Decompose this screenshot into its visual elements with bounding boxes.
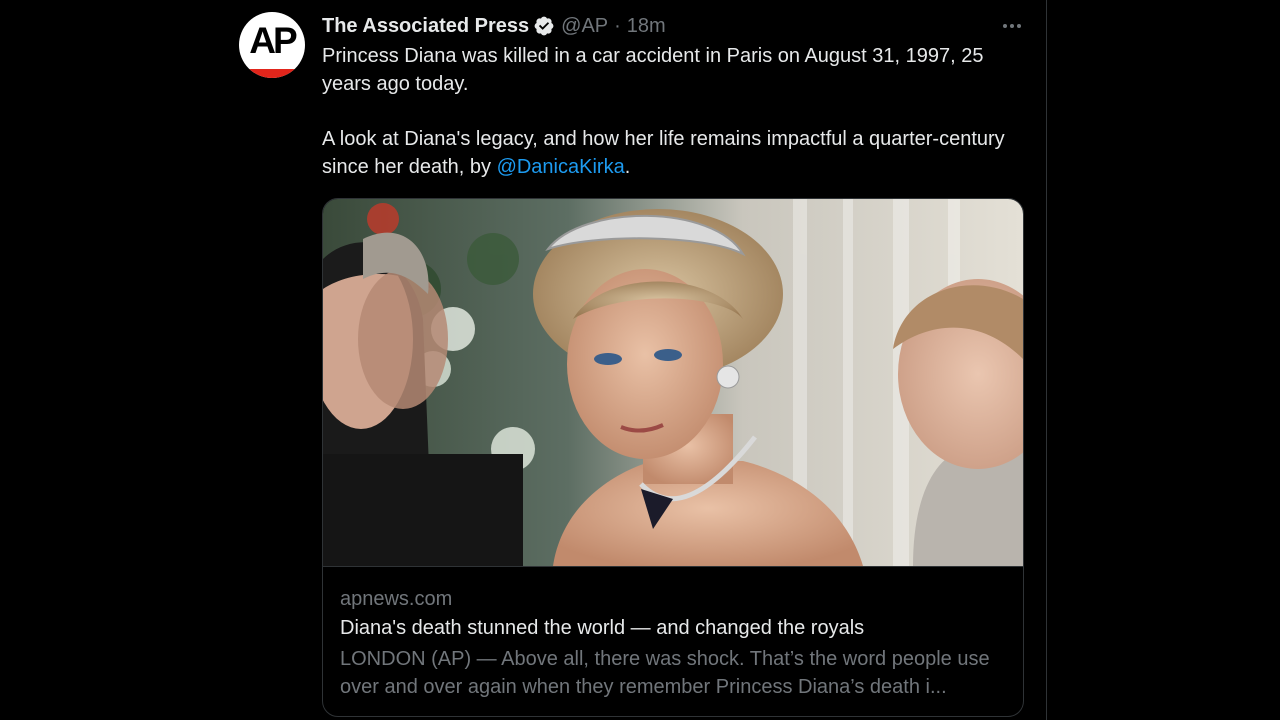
card-title[interactable]: Diana's death stunned the world — and ch… [340, 613, 1010, 643]
mention-link[interactable]: @DanicaKirka [497, 156, 625, 178]
timestamp[interactable]: 18m [627, 15, 666, 38]
timeline-column-border [1046, 0, 1047, 720]
tweet-paragraph-2-end: . [624, 156, 631, 178]
more-options-icon[interactable] [998, 14, 1026, 38]
card-meta: apnews.com Diana's death stunned the wor… [340, 585, 1010, 701]
display-name[interactable]: The Associated Press [322, 15, 529, 38]
tweet[interactable]: AP The Associated Press @AP · 18m Prince… [238, 0, 1028, 720]
article-photo[interactable] [323, 199, 1023, 567]
more-dot [1017, 24, 1021, 28]
tweet-text: Princess Diana was killed in a car accid… [322, 42, 1022, 181]
link-card[interactable]: apnews.com Diana's death stunned the wor… [322, 198, 1024, 717]
ap-logo-red-bar [239, 69, 305, 78]
more-dot [1010, 24, 1014, 28]
tweet-paragraph-2-text: A look at Diana's legacy, and how her li… [322, 128, 1005, 178]
separator-dot: · [614, 14, 621, 37]
ap-logo-text: AP [249, 20, 297, 61]
card-description: LONDON (AP) — Above all, there was shock… [340, 648, 990, 698]
verified-badge-icon [534, 16, 554, 36]
tweet-paragraph-2: A look at Diana's legacy, and how her li… [322, 125, 1022, 181]
tweet-paragraph-1: Princess Diana was killed in a car accid… [322, 45, 984, 95]
tweet-header: The Associated Press @AP · 18m [322, 12, 666, 40]
handle[interactable]: @AP [561, 15, 608, 38]
card-domain: apnews.com [340, 588, 453, 610]
avatar[interactable]: AP [239, 12, 305, 78]
more-dot [1003, 24, 1007, 28]
